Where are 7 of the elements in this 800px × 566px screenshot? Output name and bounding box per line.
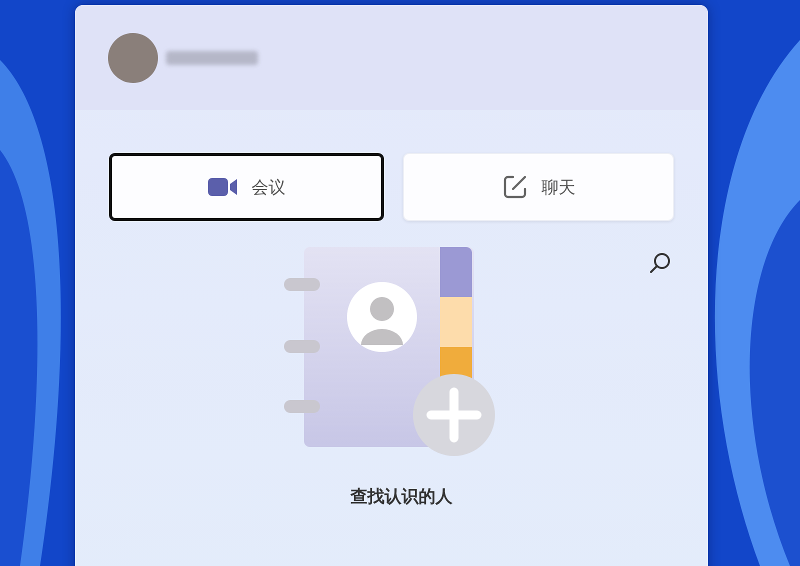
compose-icon [502, 174, 528, 200]
video-camera-icon [208, 177, 238, 197]
search-icon[interactable] [648, 251, 672, 275]
find-people-title: 查找认识的人 [350, 486, 452, 508]
meet-button[interactable]: 会议 [109, 153, 384, 221]
chat-button[interactable]: 聊天 [403, 153, 674, 221]
avatar[interactable] [108, 32, 158, 82]
